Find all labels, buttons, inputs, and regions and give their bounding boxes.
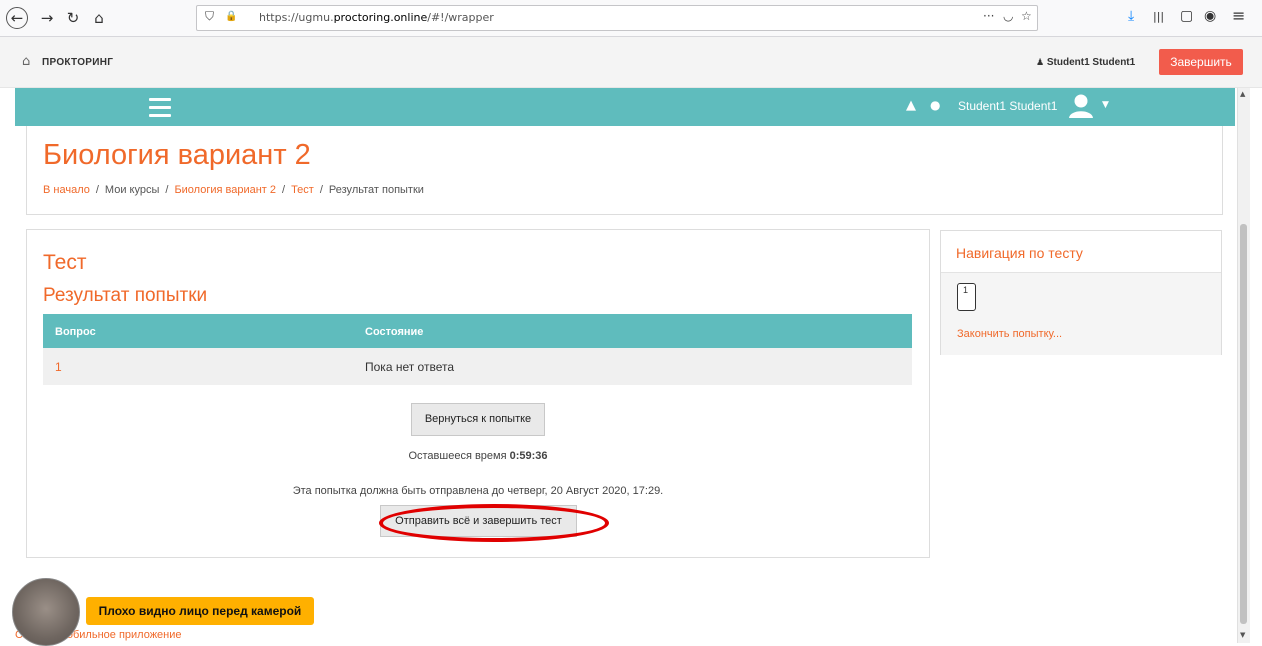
quiz-navigation-body: 1 Закончить попытку... (941, 272, 1221, 355)
download-icon[interactable]: ⤓ (1128, 8, 1134, 24)
question-link[interactable]: 1 (55, 360, 62, 374)
lock-icon[interactable]: 🔒 (225, 11, 237, 22)
moodle-header: ▲ ● Student1 Student1 ▼ (15, 88, 1235, 126)
url-bar[interactable]: ⛉ 🔒 https://ugmu.proctoring.online/#!/wr… (196, 5, 1038, 31)
breadcrumb-home[interactable]: В начало (43, 184, 90, 196)
return-to-attempt-button[interactable]: Вернуться к попытке (411, 403, 545, 436)
finish-attempt-link[interactable]: Закончить попытку... (957, 328, 1062, 340)
notifications-bell-icon[interactable]: ▲ (906, 98, 916, 113)
proctoring-bar: ⌂ ПРОКТОРИНГ ♟ Student1 Student1 Заверши… (0, 37, 1262, 88)
home-icon[interactable]: ⌂ (88, 7, 110, 29)
quiz-navigation-block: Навигация по тесту 1 Закончить попытку..… (940, 230, 1222, 355)
user-avatar-icon[interactable] (1068, 93, 1094, 119)
breadcrumb-course[interactable]: Биология вариант 2 (174, 184, 276, 196)
summary-table: Вопрос Состояние 1 Пока нет ответа (43, 314, 912, 385)
browser-toolbar: ← → ↻ ⌂ ⛉ 🔒 https://ugmu.proctoring.onli… (0, 0, 1262, 37)
breadcrumb-separator: / (165, 184, 169, 196)
proctoring-title: ПРОКТОРИНГ (42, 57, 114, 68)
breadcrumb-my-courses: Мои курсы (104, 184, 160, 196)
library-icon[interactable]: ||| (1153, 10, 1164, 23)
attempt-summary-card: Тест Результат попытки Вопрос Состояние … (26, 229, 930, 558)
proctoring-user: ♟ Student1 Student1 (1036, 57, 1135, 68)
time-remaining-label: Оставшееся время (408, 450, 507, 462)
bookmark-star-icon[interactable]: ☆ (1021, 9, 1032, 23)
deadline-text: Эта попытка должна быть отправлена до че… (292, 485, 664, 497)
proctoring-user-name: Student1 Student1 (1046, 57, 1136, 68)
time-remaining: Оставшееся время 0:59:36 (27, 450, 929, 462)
question-nav-button[interactable]: 1 (957, 283, 976, 311)
pocket-icon[interactable]: ◡ (1003, 9, 1013, 23)
result-title: Результат попытки (43, 285, 208, 306)
user-icon: ♟ (1036, 58, 1045, 68)
home-icon[interactable]: ⌂ (22, 54, 30, 69)
reload-icon[interactable]: ↻ (62, 7, 84, 29)
scroll-down-icon[interactable]: ▼ (1240, 631, 1245, 639)
back-icon[interactable]: ← (6, 7, 28, 29)
breadcrumb-separator: / (282, 184, 286, 196)
sidebar-icon[interactable]: ▢ (1180, 8, 1193, 24)
quiz-navigation-title: Навигация по тесту (956, 245, 1083, 261)
table-header: Вопрос Состояние (43, 314, 912, 348)
question-nav-number: 1 (963, 285, 969, 295)
scroll-thumb[interactable] (1240, 224, 1247, 624)
chevron-down-icon[interactable]: ▼ (1102, 100, 1109, 110)
breadcrumb-current: Результат попытки (328, 184, 424, 196)
breadcrumb: В начало / Мои курсы / Биология вариант 2 / Те… (43, 184, 424, 196)
finish-proctoring-button[interactable]: Завершить (1159, 49, 1243, 75)
shield-icon[interactable]: ⛉ (205, 9, 214, 24)
url-text[interactable]: https://ugmu.proctoring.online/#!/wrappe… (259, 11, 494, 24)
page-actions-icon[interactable]: ··· (983, 9, 994, 23)
scroll-up-icon[interactable]: ▲ (1240, 90, 1245, 98)
time-remaining-value: 0:59:36 (509, 450, 548, 462)
breadcrumb-quiz[interactable]: Тест (291, 184, 314, 196)
forward-icon[interactable]: → (36, 7, 58, 29)
quiz-title: Тест (43, 251, 87, 274)
header-user-name[interactable]: Student1 Student1 (958, 99, 1057, 113)
column-header-question: Вопрос (55, 326, 96, 338)
submit-all-and-finish-button[interactable]: Отправить всё и завершить тест (380, 505, 577, 537)
page-header-card: Биология вариант 2 В начало / Мои курсы / Би… (26, 126, 1223, 215)
camera-preview (12, 578, 80, 646)
camera-warning-badge: Плохо видно лицо перед камерой (86, 597, 314, 625)
question-status: Пока нет ответа (365, 360, 455, 374)
hamburger-menu-icon[interactable] (149, 98, 171, 122)
account-icon[interactable]: ◉ (1204, 8, 1216, 24)
menu-icon[interactable]: ≡ (1232, 6, 1245, 25)
breadcrumb-separator: / (319, 184, 323, 196)
messages-icon[interactable]: ● (930, 98, 940, 112)
page-scrollbar[interactable]: ▲ ▼ (1237, 88, 1250, 643)
breadcrumb-separator: / (95, 184, 99, 196)
column-header-status: Состояние (365, 326, 424, 338)
moodle-frame: ▲ ● Student1 Student1 ▼ Биология вариант… (15, 88, 1235, 643)
page-title: Биология вариант 2 (43, 139, 311, 171)
table-row: 1 Пока нет ответа (43, 348, 912, 385)
